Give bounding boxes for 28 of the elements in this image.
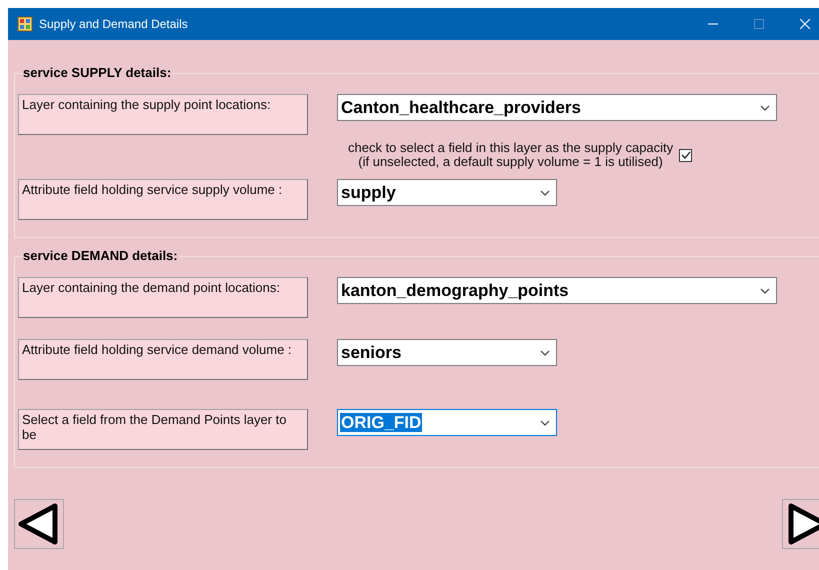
dropdown-value: ORIG_FID — [340, 412, 422, 432]
window-title: Supply and Demand Details — [39, 17, 189, 31]
dropdown[interactable]: Canton_healthcare_providers — [337, 94, 777, 121]
checkbox-label: check to select a field in this layer as the supply capacity (if unselected, a default supply volume = 1 is utilised) — [348, 141, 674, 169]
field-label: Attribute field holding service supply volume : — [18, 179, 308, 220]
dropdown-value: supply — [340, 182, 397, 202]
chevron-down-icon — [760, 104, 770, 110]
dropdown-value: Canton_healthcare_providers — [340, 98, 582, 116]
dropdown[interactable]: seniors — [337, 339, 557, 366]
field-label: Layer containing the demand point locations: — [18, 277, 308, 318]
field-label: Select a field from the Demand Points layer to be — [18, 409, 308, 450]
checkbox[interactable] — [679, 148, 692, 162]
chevron-down-icon — [540, 420, 550, 426]
back-button[interactable] — [14, 499, 64, 549]
app-icon — [17, 16, 33, 32]
close-icon — [800, 19, 810, 29]
dropdown[interactable]: supply — [337, 179, 557, 206]
dropdown[interactable]: ORIG_FID — [337, 409, 557, 436]
next-button[interactable] — [782, 499, 819, 549]
maximize-icon — [754, 19, 764, 29]
chevron-down-icon — [540, 350, 550, 356]
field-label: Layer containing the supply point locations: — [18, 94, 308, 135]
dropdown-value: kanton_demography_points — [340, 280, 570, 300]
dropdown-value: seniors — [340, 342, 402, 362]
chevron-down-icon — [540, 190, 550, 196]
chevron-down-icon — [760, 288, 770, 294]
field-label: Attribute field holding service demand volume : — [18, 339, 308, 380]
dropdown[interactable]: kanton_demography_points — [337, 277, 777, 304]
